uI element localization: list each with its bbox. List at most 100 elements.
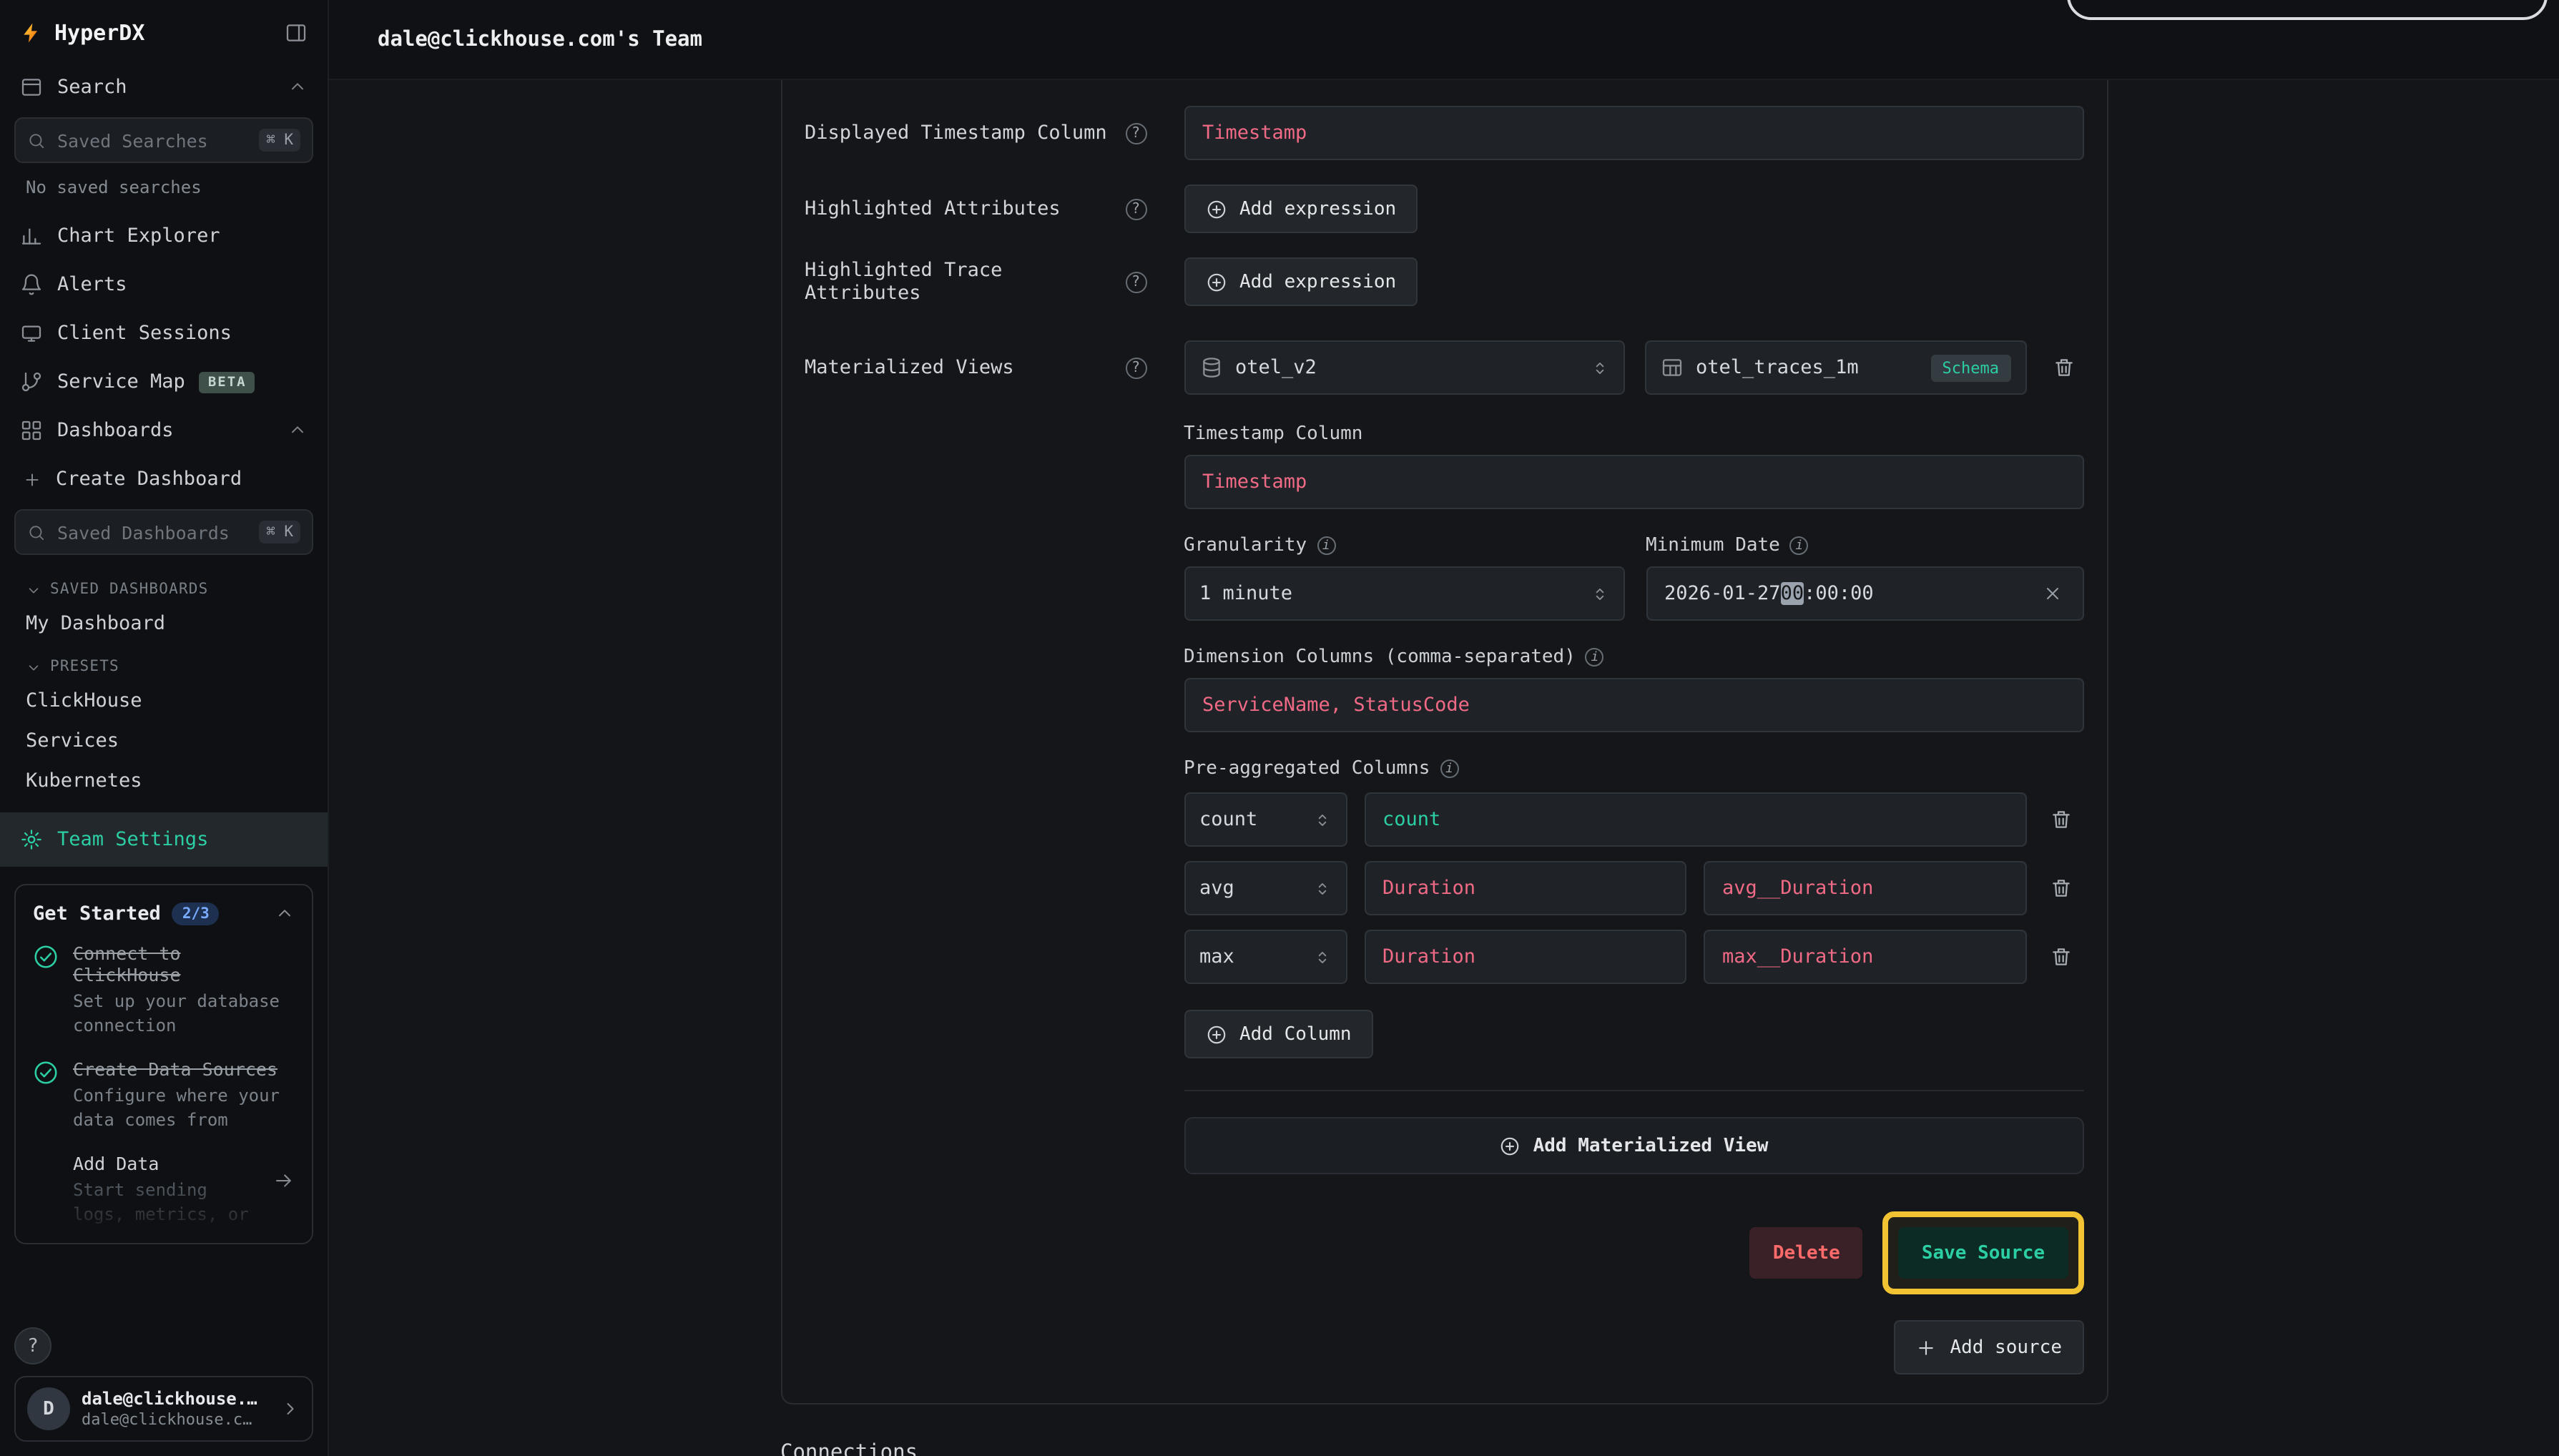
create-dashboard-label: Create Dashboard: [56, 468, 242, 491]
sidebar-item-service-map[interactable]: Service Map BETA: [0, 358, 328, 406]
sidebar-item-alerts[interactable]: Alerts: [0, 260, 328, 309]
check-circle-icon: [33, 1060, 59, 1086]
input-value: Timestamp: [1202, 122, 1307, 144]
form-actions: Delete Save Source: [1184, 1211, 2083, 1294]
trash-icon: [2052, 356, 2075, 379]
sidebar-item-client-sessions[interactable]: Client Sessions: [0, 309, 328, 358]
aggregation-fn-select[interactable]: count: [1184, 792, 1347, 847]
chevron-down-icon: [26, 659, 41, 674]
delete-column-button[interactable]: [2043, 940, 2083, 974]
get-started-step-sources[interactable]: Create Data Sources Configure where your…: [33, 1058, 295, 1134]
materialized-view-config: Timestamp Column Timestamp Granularity i…: [1184, 423, 2083, 1374]
select-value: otel_traces_1m: [1696, 356, 1859, 379]
preagg-row: avg Duration avg__Duration: [1184, 861, 2083, 915]
input-value: max__Duration: [1722, 945, 1873, 968]
field-label: Highlighted Trace Attributes: [805, 259, 1125, 305]
add-expression-button[interactable]: Add expression: [1184, 185, 1418, 233]
circle-plus-icon: [1205, 198, 1227, 220]
info-circle-icon[interactable]: i: [1317, 536, 1335, 555]
create-dashboard-button[interactable]: Create Dashboard: [0, 455, 328, 503]
add-materialized-view-button[interactable]: Add Materialized View: [1184, 1117, 2083, 1174]
info-circle-icon[interactable]: i: [1586, 648, 1604, 666]
materialized-view-select[interactable]: otel_v2: [1184, 340, 1624, 395]
user-menu[interactable]: D dale@clickhouse.… dale@clickhouse.c…: [14, 1376, 313, 1442]
expression-input[interactable]: count: [1364, 792, 2026, 847]
sidebar-item-my-dashboard[interactable]: My Dashboard: [0, 604, 328, 644]
delete-view-button[interactable]: [2046, 350, 2081, 385]
aggregation-fn-select[interactable]: avg: [1184, 861, 1347, 915]
section-presets[interactable]: Presets: [0, 644, 328, 681]
hour-part-selected: 00: [1781, 582, 1804, 605]
granularity-select[interactable]: 1 minute: [1184, 566, 1624, 621]
get-started-title: Get Started: [33, 902, 161, 925]
sidebar-item-team-settings[interactable]: Team Settings: [0, 812, 328, 867]
saved-searches-search[interactable]: ⌘ K: [14, 117, 313, 163]
section-saved-dashboards[interactable]: Saved Dashboards: [0, 566, 328, 604]
info-circle-icon[interactable]: i: [1790, 536, 1809, 555]
field-highlighted-trace-attributes: Highlighted Trace Attributes ? Add expre…: [805, 257, 2083, 306]
chevrons-up-down-icon: [1312, 948, 1331, 966]
connections-heading: Connections: [780, 1442, 2108, 1456]
sidebar-item-kubernetes[interactable]: Kubernetes: [0, 761, 328, 801]
dimension-columns-input[interactable]: ServiceName, StatusCode: [1184, 678, 2083, 732]
delete-column-button[interactable]: [2043, 871, 2083, 905]
sidebar-collapse-icon[interactable]: [285, 21, 308, 44]
sidebar-item-label: Chart Explorer: [57, 225, 220, 247]
chevron-up-icon: [288, 420, 308, 441]
help-button[interactable]: ?: [14, 1327, 51, 1364]
minimum-date-input[interactable]: 2026-01-27 00:00:00: [1646, 566, 2083, 621]
get-started-step-add-data[interactable]: Add Data Start sending logs, metrics, or: [33, 1152, 295, 1228]
clear-date-button[interactable]: [2039, 581, 2065, 606]
time-part: :00:00: [1804, 582, 1874, 605]
x-icon: [2042, 584, 2062, 604]
sidebar-item-search[interactable]: Search: [0, 63, 328, 112]
chevrons-up-down-icon: [1590, 358, 1608, 377]
add-source-button[interactable]: Add source: [1894, 1320, 2083, 1374]
chevron-down-icon: [26, 581, 41, 597]
add-column-button[interactable]: Add Column: [1184, 1010, 1373, 1058]
chevrons-up-down-icon: [1312, 810, 1331, 829]
saved-dashboards-input[interactable]: [57, 521, 247, 543]
input-value: Duration: [1382, 945, 1475, 968]
sidebar-item-clickhouse[interactable]: ClickHouse: [0, 681, 328, 721]
help-circle-icon[interactable]: ?: [1125, 198, 1146, 220]
source-config-card: Displayed Timestamp Column ? Timestamp H…: [780, 80, 2108, 1405]
get-started-card: Get Started 2/3 Connect to ClickHouse Se…: [14, 884, 313, 1244]
page-title: dale@clickhouse.com's Team: [378, 28, 702, 51]
help-circle-icon[interactable]: ?: [1125, 357, 1146, 378]
saved-dashboards-search[interactable]: ⌘ K: [14, 509, 313, 555]
schema-badge[interactable]: Schema: [1931, 354, 2011, 381]
search-icon: [27, 131, 46, 149]
materialized-table-select[interactable]: otel_traces_1m Schema: [1644, 340, 2026, 395]
mv-timestamp-column-input[interactable]: Timestamp: [1184, 455, 2083, 509]
expression-input[interactable]: Duration: [1364, 930, 1686, 984]
alias-input[interactable]: max__Duration: [1704, 930, 2026, 984]
input-value: Duration: [1382, 877, 1475, 900]
app-name: HyperDX: [54, 20, 144, 46]
sidebar-item-chart-explorer[interactable]: Chart Explorer: [0, 212, 328, 260]
hyperdx-logo-icon: [20, 21, 43, 44]
get-started-step-connect[interactable]: Connect to ClickHouse Set up your databa…: [33, 943, 295, 1040]
add-expression-button[interactable]: Add expression: [1184, 257, 1418, 306]
delete-source-button[interactable]: Delete: [1750, 1227, 1863, 1279]
help-circle-icon[interactable]: ?: [1125, 122, 1146, 144]
chevrons-up-down-icon: [1590, 584, 1608, 603]
step-title: Create Data Sources: [73, 1058, 295, 1080]
user-email: dale@clickhouse.c…: [82, 1411, 257, 1430]
aggregation-fn-select[interactable]: max: [1184, 930, 1347, 984]
alias-input[interactable]: avg__Duration: [1704, 861, 2026, 915]
sidebar-item-dashboards[interactable]: Dashboards: [0, 406, 328, 455]
help-circle-icon[interactable]: ?: [1125, 271, 1146, 292]
search-section-icon: [20, 76, 43, 99]
delete-column-button[interactable]: [2043, 802, 2083, 837]
table-icon: [1660, 356, 1683, 379]
saved-searches-input[interactable]: [57, 129, 247, 151]
save-source-button[interactable]: Save Source: [1899, 1227, 2068, 1279]
displayed-timestamp-input[interactable]: Timestamp: [1184, 106, 2083, 160]
trash-icon: [2049, 945, 2072, 968]
info-circle-icon[interactable]: i: [1440, 759, 1458, 778]
input-value: Timestamp: [1202, 471, 1307, 493]
sidebar-item-services[interactable]: Services: [0, 721, 328, 761]
expression-input[interactable]: Duration: [1364, 861, 1686, 915]
chevron-up-icon[interactable]: [275, 904, 295, 924]
